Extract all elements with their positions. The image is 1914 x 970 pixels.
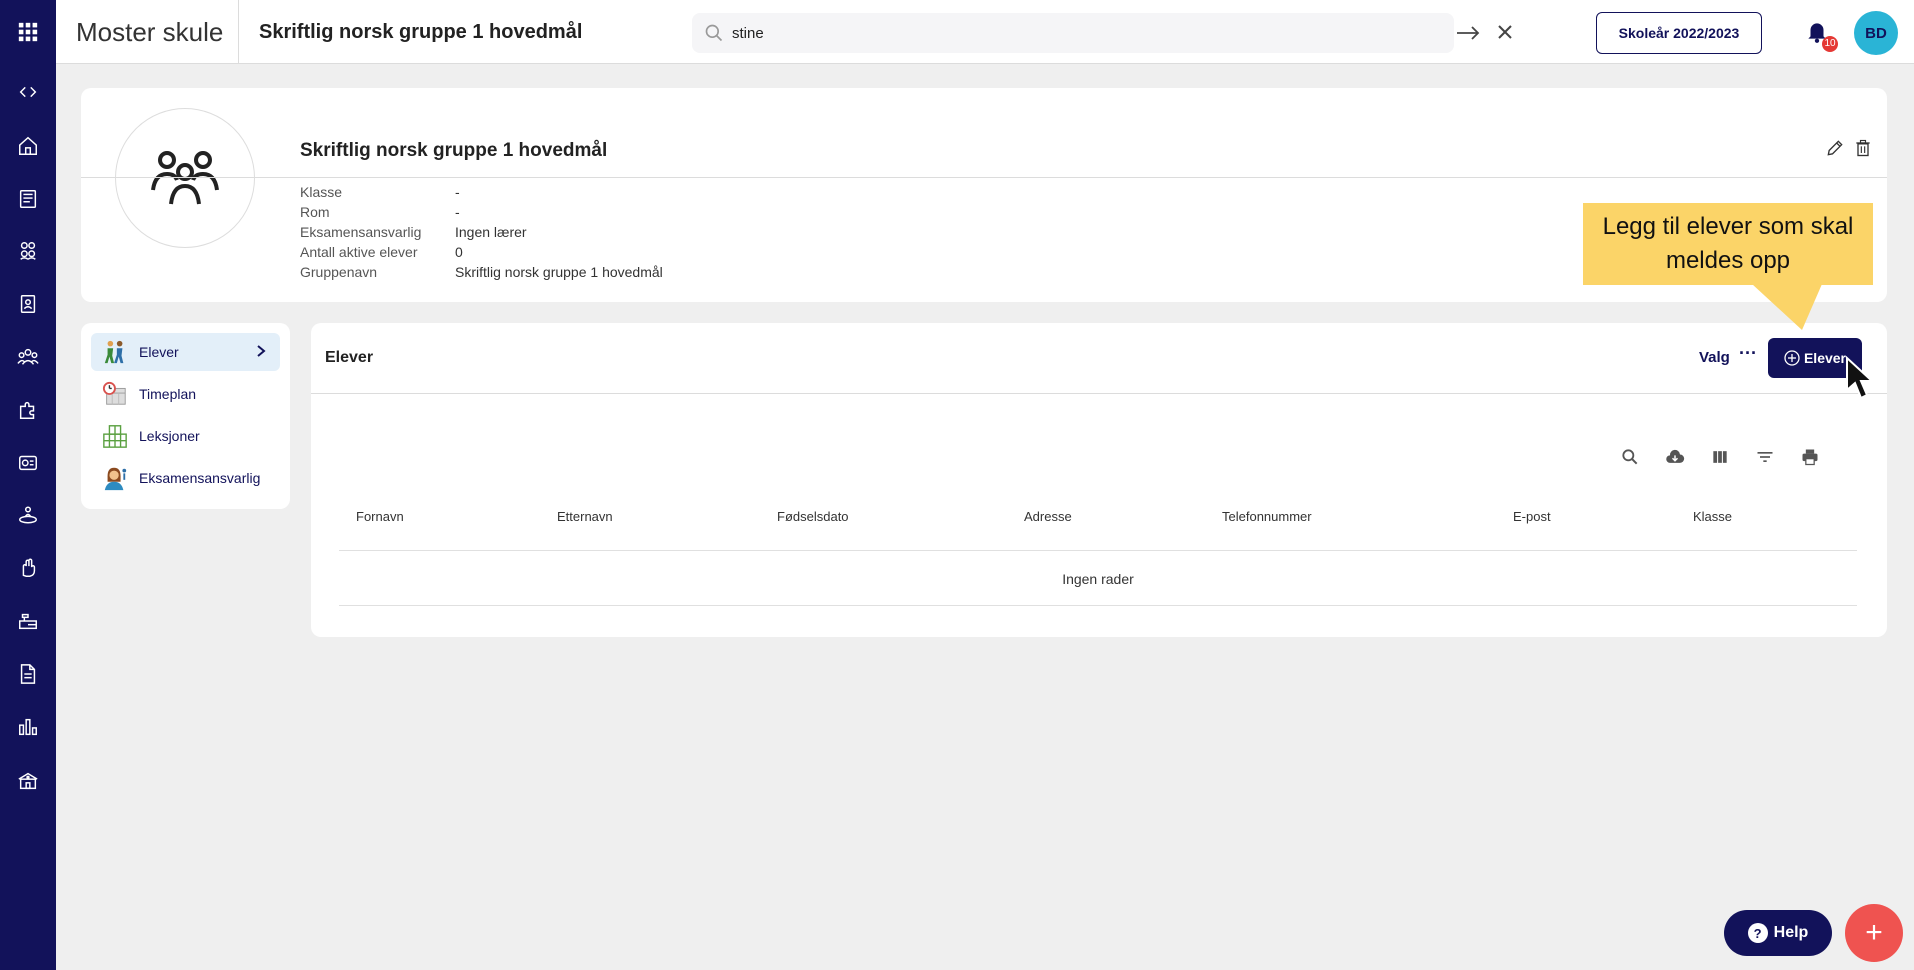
- tooltip-callout: Legg til elever som skal meldes opp: [1583, 203, 1873, 285]
- global-search: [692, 13, 1512, 53]
- valg-menu-button[interactable]: Valg: [1699, 349, 1730, 366]
- column-header[interactable]: Klasse: [1693, 509, 1732, 524]
- student-card-icon[interactable]: [0, 286, 56, 322]
- sidenav-item-elever[interactable]: Elever: [91, 333, 280, 371]
- sidenav-label: Elever: [139, 344, 179, 360]
- search-icon: [705, 24, 723, 42]
- header-divider: [81, 177, 1887, 178]
- lessons-grid-icon: [101, 422, 129, 450]
- column-header[interactable]: E-post: [1513, 509, 1551, 524]
- notification-badge: 10: [1822, 36, 1838, 52]
- left-rail: [0, 0, 56, 970]
- collapse-toggle-icon[interactable]: [0, 74, 56, 110]
- column-header[interactable]: Etternavn: [557, 509, 613, 524]
- apps-grid-icon[interactable]: [0, 14, 56, 50]
- panel-divider: [311, 393, 1887, 394]
- table-header: Fornavn Etternavn Fødselsdato Adresse Te…: [339, 509, 1857, 551]
- column-header[interactable]: Telefonnummer: [1222, 509, 1312, 524]
- sidenav-label: Leksjoner: [139, 428, 200, 444]
- callout-pointer: [1752, 284, 1822, 330]
- info-label: Rom: [300, 204, 330, 220]
- plus-circle-icon: [1784, 350, 1800, 366]
- search-submit-arrow-icon[interactable]: [1454, 21, 1482, 45]
- mouse-cursor-icon: [1846, 356, 1875, 400]
- column-header[interactable]: Fødselsdato: [777, 509, 849, 524]
- sidenav-label: Timeplan: [139, 386, 197, 402]
- question-icon: ?: [1747, 923, 1768, 943]
- info-value: -: [455, 204, 460, 220]
- columns-icon[interactable]: [1708, 445, 1732, 469]
- hand-icon[interactable]: [0, 550, 56, 586]
- info-value: -: [455, 184, 460, 200]
- sidenav-item-timeplan[interactable]: Timeplan: [91, 375, 280, 413]
- notifications-button[interactable]: 10: [1804, 18, 1838, 52]
- desk-icon[interactable]: [0, 603, 56, 639]
- top-bar: Moster skule Skriftlig norsk gruppe 1 ho…: [56, 0, 1914, 64]
- exam-teacher-icon: [101, 464, 129, 492]
- people-icon[interactable]: [0, 339, 56, 375]
- school-name: Moster skule: [76, 17, 224, 47]
- search-input[interactable]: [732, 21, 1332, 45]
- cloud-download-icon[interactable]: [1663, 445, 1687, 469]
- schedule-icon: [101, 380, 129, 408]
- more-options-icon[interactable]: ···: [1739, 343, 1757, 364]
- column-header[interactable]: Fornavn: [356, 509, 404, 524]
- exam-icon[interactable]: [0, 444, 56, 480]
- help-button[interactable]: ? Help: [1724, 910, 1832, 956]
- edit-pencil-icon[interactable]: [1825, 138, 1845, 158]
- empty-table-message: Ingen rader: [339, 553, 1857, 606]
- info-label: Eksamensansvarlig: [300, 224, 422, 240]
- add-students-label: Elever: [1803, 350, 1847, 366]
- info-value: 0: [455, 244, 463, 260]
- group-avatar: [115, 108, 255, 248]
- students-panel: Elever Valg ··· Elever Fornavn Etternavn…: [311, 323, 1887, 637]
- filter-icon[interactable]: [1753, 445, 1777, 469]
- info-label: Klasse: [300, 184, 343, 200]
- students-walking-icon: [101, 338, 129, 366]
- news-icon[interactable]: [0, 181, 56, 217]
- school-building-icon[interactable]: [0, 763, 56, 799]
- info-value: Skriftlig norsk gruppe 1 hovedmål: [455, 264, 663, 280]
- group-people-icon: [151, 151, 219, 205]
- info-label: Gruppenavn: [300, 264, 378, 280]
- chevron-right-icon: [257, 345, 266, 357]
- table-search-icon[interactable]: [1618, 445, 1642, 469]
- group-side-nav: Elever Timeplan Leksjoner Eksamensansvar…: [81, 323, 290, 509]
- sidenav-label: Eksamensansvarlig: [139, 470, 261, 486]
- document-icon[interactable]: [0, 656, 56, 692]
- home-icon[interactable]: [0, 128, 56, 164]
- delete-trash-icon[interactable]: [1853, 138, 1873, 158]
- topbar-divider: [238, 0, 239, 64]
- column-header[interactable]: Adresse: [1024, 509, 1072, 524]
- help-label: Help: [1773, 924, 1809, 941]
- groups-icon[interactable]: [0, 233, 56, 269]
- info-label: Antall aktive elever: [300, 244, 418, 260]
- panel-title: Elever: [325, 349, 374, 366]
- school-year-button[interactable]: Skoleår 2022/2023: [1596, 12, 1762, 54]
- puzzle-icon[interactable]: [0, 392, 56, 428]
- person-rotate-icon[interactable]: [0, 497, 56, 533]
- sidenav-item-eksamensansvarlig[interactable]: Eksamensansvarlig: [91, 459, 280, 497]
- bar-chart-icon[interactable]: [0, 709, 56, 745]
- page-title: Skriftlig norsk gruppe 1 hovedmål: [259, 21, 583, 43]
- group-name: Skriftlig norsk gruppe 1 hovedmål: [300, 140, 608, 161]
- info-value: Ingen lærer: [455, 224, 527, 240]
- sidenav-item-leksjoner[interactable]: Leksjoner: [91, 417, 280, 455]
- print-icon[interactable]: [1798, 445, 1822, 469]
- add-fab-button[interactable]: +: [1845, 904, 1903, 962]
- avatar[interactable]: BD: [1854, 11, 1898, 55]
- clear-search-icon[interactable]: [1492, 19, 1518, 45]
